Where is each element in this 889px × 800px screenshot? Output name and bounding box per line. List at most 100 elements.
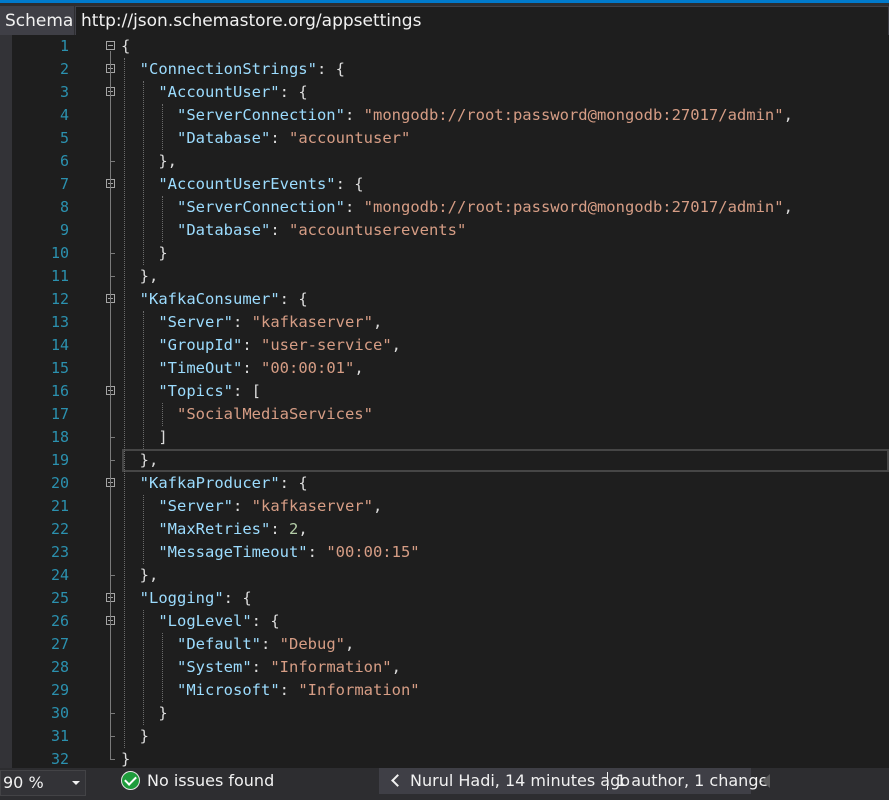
outline-end	[110, 276, 115, 277]
line-number: 26	[50, 612, 69, 630]
line-number: 25	[50, 589, 69, 607]
indent-guide	[143, 495, 144, 564]
code-line[interactable]: 25 "Logging": {	[12, 587, 889, 610]
chevron-left-icon[interactable]	[391, 774, 404, 787]
indent-guide	[162, 403, 163, 426]
schema-bar: Schema: http://json.schemastore.org/apps…	[0, 3, 889, 36]
line-number: 27	[50, 635, 69, 653]
schema-url-input[interactable]: http://json.schemastore.org/appsettings	[75, 6, 889, 36]
code-text: "Server": "kafkaserver",	[121, 495, 382, 518]
code-token: "Server"	[158, 497, 233, 515]
code-text: }	[121, 748, 130, 768]
line-number: 28	[50, 658, 69, 676]
code-text: "Topics": [	[121, 380, 261, 403]
line-number: 5	[59, 129, 69, 147]
code-text: "SocialMediaServices"	[121, 403, 373, 426]
code-token: "MessageTimeout"	[158, 543, 308, 561]
outline-end	[110, 161, 115, 162]
code-token: ,	[391, 658, 401, 676]
code-token: :	[232, 313, 252, 331]
code-text: },	[121, 150, 177, 173]
code-text: "AccountUserEvents": {	[121, 173, 363, 196]
code-line[interactable]: 1{	[12, 35, 889, 58]
code-token: },	[121, 152, 177, 170]
code-text: "ServerConnection": "mongodb://root:pass…	[121, 104, 793, 127]
code-token: : {	[316, 60, 345, 78]
code-token: }	[121, 727, 149, 745]
code-text: "ServerConnection": "mongodb://root:pass…	[121, 196, 793, 219]
outline-line	[110, 189, 111, 253]
code-token: "accountuserevents"	[289, 221, 467, 239]
outline-line	[110, 488, 111, 575]
zoom-dropdown[interactable]: 90 %	[0, 770, 86, 796]
code-token: :	[242, 359, 261, 377]
indent-guide	[162, 633, 163, 702]
code-text: "TimeOut": "00:00:01",	[121, 357, 364, 380]
code-token: ,	[783, 106, 793, 124]
code-token: "AccountUser"	[158, 83, 280, 101]
line-number: 16	[50, 382, 69, 400]
code-token: ,	[298, 520, 308, 538]
code-token: "Debug"	[279, 635, 345, 653]
code-text: }	[121, 242, 167, 265]
code-token: "Server"	[158, 313, 233, 331]
line-number: 24	[50, 566, 69, 584]
code-token: ,	[372, 313, 383, 331]
git-author-label[interactable]: Nurul Hadi, 14 minutes ago	[410, 768, 630, 794]
line-number: 12	[50, 290, 69, 308]
code-token: "mongodb://root:password@mongodb:27017/a…	[363, 198, 784, 216]
code-line[interactable]: 32}	[12, 748, 889, 768]
code-token: :	[251, 658, 271, 676]
code-token: ,	[354, 359, 364, 377]
code-line[interactable]: 20 "KafkaProducer": {	[12, 472, 889, 495]
code-token: "00:00:01"	[261, 359, 355, 377]
fold-minus-icon[interactable]	[106, 41, 115, 50]
line-number: 17	[50, 405, 69, 423]
code-text: ]	[121, 426, 167, 449]
indent-guide	[143, 610, 144, 725]
code-text: "Server": "kafkaserver",	[121, 311, 382, 334]
code-token: "MaxRetries"	[158, 520, 271, 538]
code-editor[interactable]: 1{2 "ConnectionStrings": {3 "AccountUser…	[12, 35, 889, 768]
code-token: "KafkaConsumer"	[139, 290, 280, 308]
line-number: 32	[50, 750, 69, 768]
code-line[interactable]: 31 }	[12, 725, 889, 748]
code-token: :	[270, 129, 289, 147]
code-token: :	[232, 497, 252, 515]
code-token: "KafkaProducer"	[139, 474, 280, 492]
code-token: "LogLevel"	[158, 612, 252, 630]
code-text: "Microsoft": "Information"	[121, 679, 420, 702]
code-text: "ConnectionStrings": {	[121, 58, 345, 81]
code-text: "Default": "Debug",	[121, 633, 354, 656]
code-token: :	[261, 635, 280, 653]
arrow-left-icon[interactable]	[762, 774, 770, 788]
code-line[interactable]: 11 },	[12, 265, 889, 288]
git-blame-info[interactable]: Nurul Hadi, 14 minutes ago 1 author, 1 c…	[379, 768, 768, 794]
code-token: }	[121, 704, 168, 722]
code-token: "Database"	[177, 221, 271, 239]
code-text: "Database": "accountuser"	[121, 127, 410, 150]
indent-guide	[143, 311, 144, 449]
line-number: 15	[50, 359, 69, 377]
code-line[interactable]: 24 },	[12, 564, 889, 587]
code-line[interactable]: 2 "ConnectionStrings": {	[12, 58, 889, 81]
outline-end	[110, 437, 115, 438]
code-token: "ConnectionStrings"	[139, 60, 317, 78]
git-change-count[interactable]: 1 author, 1 change	[616, 768, 768, 794]
code-line[interactable]: 12 "KafkaConsumer": {	[12, 288, 889, 311]
code-token: :	[270, 221, 289, 239]
code-token: :	[270, 520, 289, 538]
code-text: }	[121, 702, 168, 725]
code-token: "TimeOut"	[158, 359, 243, 377]
code-token: : {	[279, 290, 308, 308]
code-text: "LogLevel": {	[121, 610, 279, 633]
